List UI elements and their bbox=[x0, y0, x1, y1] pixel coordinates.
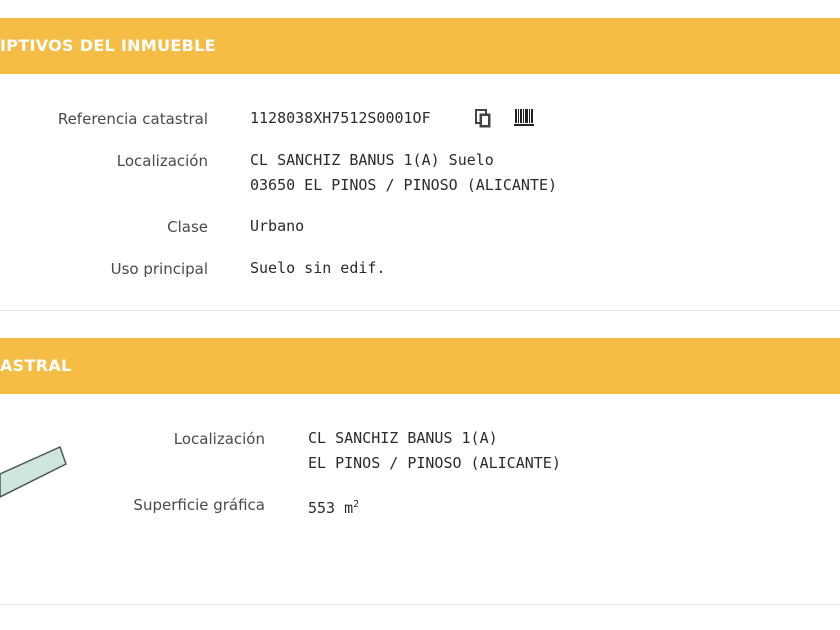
location-line-2: 03650 EL PINOS / PINOSO (ALICANTE) bbox=[250, 176, 558, 194]
barcode-icon[interactable] bbox=[514, 107, 534, 127]
descriptive-data-header: IPTIVOS DEL INMUEBLE bbox=[0, 18, 840, 74]
parcel-map-shape bbox=[0, 445, 67, 498]
cadastral-reference-label: Referencia catastral bbox=[57, 110, 208, 128]
descriptive-data-panel: Referencia catastral 1128038XH7512S0001O… bbox=[0, 74, 840, 311]
location-line-1: CL SANCHIZ BANUS 1(A) Suelo bbox=[250, 151, 494, 169]
copy-icon[interactable] bbox=[474, 108, 492, 128]
descriptive-data-title: IPTIVOS DEL INMUEBLE bbox=[0, 36, 216, 55]
location-label: Localización bbox=[116, 152, 208, 170]
graphic-area-label: Superficie gráfica bbox=[133, 496, 265, 514]
area-unit-exponent: 2 bbox=[353, 499, 360, 510]
class-label: Clase bbox=[167, 218, 208, 236]
cadastral-reference-value[interactable]: 1128038XH7512S0001OF bbox=[250, 106, 431, 131]
section-gap bbox=[0, 311, 840, 338]
class-value: Urbano bbox=[250, 217, 305, 235]
cadastral-parcel-title: ASTRAL bbox=[0, 356, 72, 375]
top-strip bbox=[0, 0, 840, 18]
graphic-area-value: 553 m2 bbox=[308, 492, 359, 521]
cadastral-parcel-panel: Localización CL SANCHIZ BANUS 1(A) EL PI… bbox=[0, 394, 840, 605]
cadastral-parcel-header: ASTRAL bbox=[0, 338, 840, 394]
parcel-location-label: Localización bbox=[173, 430, 265, 448]
parcel-location-line-2: EL PINOS / PINOSO (ALICANTE) bbox=[308, 454, 561, 472]
main-use-value: Suelo sin edif. bbox=[250, 259, 386, 277]
parcel-location-line-1: CL SANCHIZ BANUS 1(A) bbox=[308, 429, 498, 447]
main-use-label: Uso principal bbox=[110, 260, 208, 278]
graphic-area-number: 553 m bbox=[308, 499, 354, 517]
